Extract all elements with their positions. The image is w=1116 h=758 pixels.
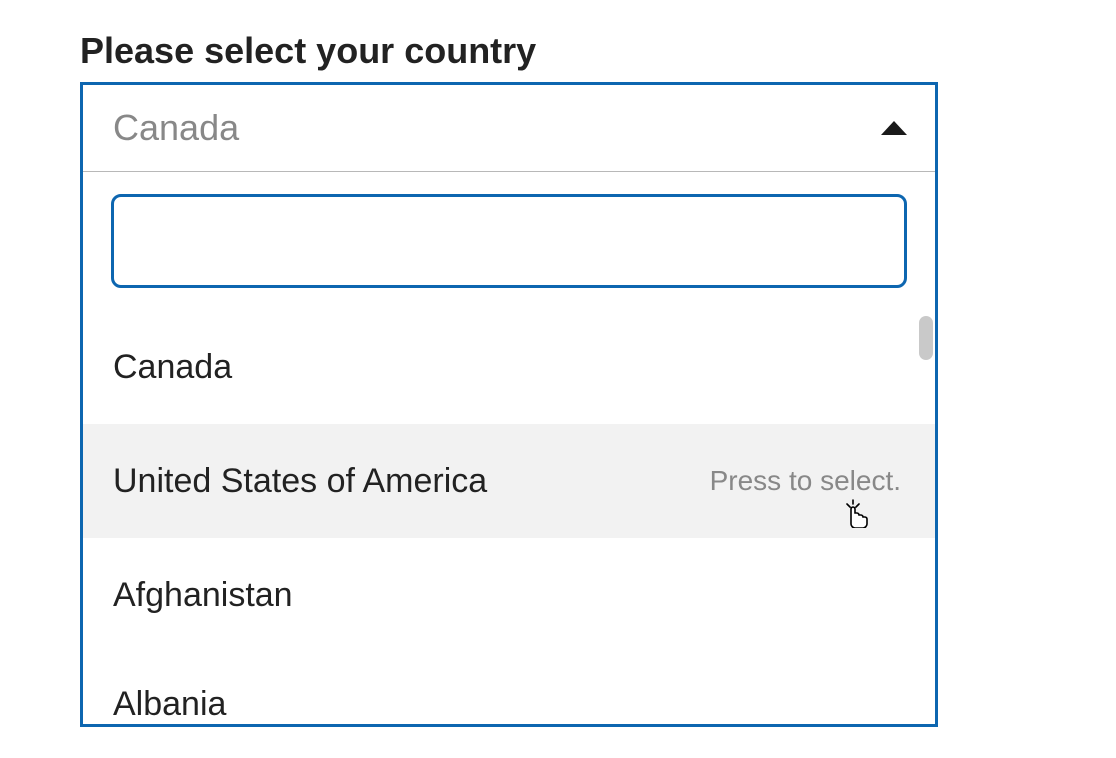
combobox-selected-display[interactable]: Canada	[83, 85, 935, 172]
option-afghanistan[interactable]: Afghanistan	[83, 538, 935, 652]
combobox-selected-text: Canada	[113, 107, 239, 149]
options-list: Canada United States of America Press to…	[83, 310, 935, 724]
scrollbar-thumb[interactable]	[919, 316, 933, 360]
caret-up-icon	[881, 121, 907, 135]
field-label: Please select your country	[80, 30, 1036, 72]
combobox-search-input[interactable]	[111, 194, 907, 288]
option-albania[interactable]: Albania	[83, 652, 935, 724]
option-united-states[interactable]: United States of America Press to select…	[83, 424, 935, 538]
pointer-cursor-icon	[839, 496, 871, 528]
option-canada[interactable]: Canada	[83, 310, 935, 424]
option-label: Albania	[113, 685, 226, 724]
search-container	[83, 172, 935, 310]
country-combobox[interactable]: Canada Canada United States of America P…	[80, 82, 938, 727]
option-hint: Press to select.	[710, 465, 901, 497]
option-label: Canada	[113, 348, 232, 387]
option-label: United States of America	[113, 462, 487, 501]
option-label: Afghanistan	[113, 576, 293, 615]
